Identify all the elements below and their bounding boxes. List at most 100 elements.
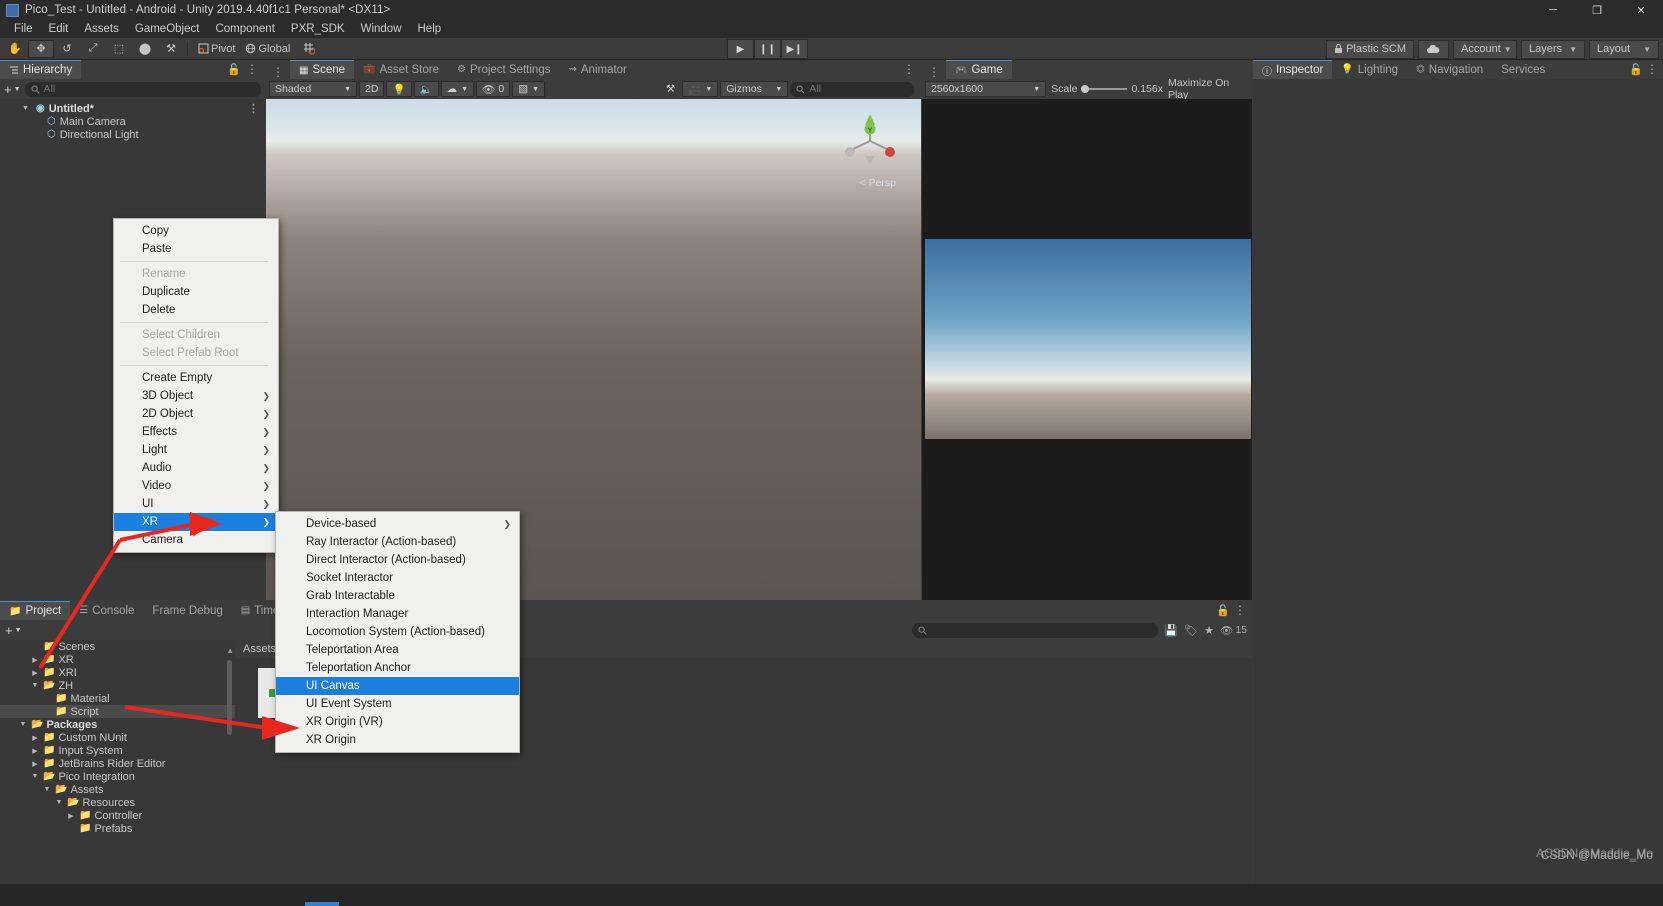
project-tree-row-input-system[interactable]: ▶ 📁 Input System	[0, 744, 235, 757]
move-tool-icon[interactable]: ✥	[28, 39, 54, 58]
tab-animator[interactable]: ⇝ Animator	[559, 60, 635, 79]
chevron-down-icon[interactable]: ▼	[54, 799, 64, 806]
context-menu-item-xr[interactable]: XR ❯	[114, 513, 278, 531]
create-gameobject-button[interactable]: + ▼	[4, 82, 21, 97]
play-button[interactable]: ▶	[727, 39, 754, 59]
context-menu-item-2d-object[interactable]: 2D Object ❯	[114, 405, 278, 423]
maximize-button[interactable]: ❐	[1575, 0, 1619, 20]
scene-visibility-toggle[interactable]: 👁 0	[476, 81, 511, 97]
project-tree-row-xr[interactable]: ▶ 📁 XR	[0, 653, 235, 666]
project-tree-row-resources[interactable]: ▼ 📂 Resources	[0, 796, 235, 809]
rotate-tool-icon[interactable]: ↺	[54, 39, 80, 58]
chevron-down-icon[interactable]: ▼	[22, 105, 32, 112]
menu-edit[interactable]: Edit	[41, 22, 77, 36]
tab-asset-store[interactable]: 💼 Asset Store	[354, 60, 448, 79]
minimize-button[interactable]: ─	[1531, 0, 1575, 20]
context-menu-item-effects[interactable]: Effects ❯	[114, 423, 278, 441]
xr-submenu-item-device-based[interactable]: Device-based ❯	[276, 515, 519, 533]
lock-icon[interactable]: 🔓	[1629, 63, 1643, 76]
scene-panel-menu-icon[interactable]: ⋮	[266, 65, 290, 79]
hierarchy-row-scene[interactable]: ▼ ◉ Untitled* ⋮	[0, 102, 265, 116]
chevron-right-icon[interactable]: ▶	[30, 747, 40, 755]
rect-tool-icon[interactable]: ⬚	[106, 39, 132, 58]
scene-search-input[interactable]: All	[790, 81, 915, 97]
xr-submenu-item-ray-interactor-action-based-[interactable]: Ray Interactor (Action-based)	[276, 533, 519, 551]
hierarchy-row-directional-light[interactable]: ⬡ Directional Light	[0, 128, 265, 141]
chevron-right-icon[interactable]: ▶	[66, 812, 76, 820]
chevron-down-icon[interactable]: ▼	[30, 773, 40, 780]
project-tree-row-scenes[interactable]: 📁 Scenes	[0, 640, 235, 653]
context-menu-item-3d-object[interactable]: 3D Object ❯	[114, 387, 278, 405]
project-tree-row-xri[interactable]: ▶ 📁 XRI	[0, 666, 235, 679]
hierarchy-search-input[interactable]: All	[24, 81, 261, 97]
tab-scene[interactable]: ▦ Scene	[290, 60, 355, 79]
xr-submenu-item-grab-interactable[interactable]: Grab Interactable	[276, 587, 519, 605]
context-menu-item-delete[interactable]: Delete	[114, 301, 278, 319]
context-menu-item-video[interactable]: Video ❯	[114, 477, 278, 495]
layout-dropdown[interactable]: Layout ▼	[1589, 39, 1659, 59]
menu-component[interactable]: Component	[207, 22, 282, 36]
tab-game[interactable]: 🎮 Game	[946, 60, 1012, 79]
game-viewport[interactable]	[922, 99, 1252, 600]
project-tree-row-custom-nunit[interactable]: ▶ 📁 Custom NUnit	[0, 731, 235, 744]
tab-console[interactable]: ☰ Console	[70, 601, 143, 620]
plastic-scm-button[interactable]: Plastic SCM	[1326, 39, 1414, 59]
project-tree-row-jetbrains-rider-editor[interactable]: ▶ 📁 JetBrains Rider Editor	[0, 757, 235, 770]
menu-help[interactable]: Help	[410, 22, 450, 36]
scale-slider-group[interactable]: Scale 0.156x	[1051, 83, 1163, 95]
context-menu-item-duplicate[interactable]: Duplicate	[114, 283, 278, 301]
xr-submenu-item-direct-interactor-action-based-[interactable]: Direct Interactor (Action-based)	[276, 551, 519, 569]
scale-tool-icon[interactable]: ⤢	[80, 39, 106, 58]
hierarchy-menu-icon[interactable]: ⋮	[246, 62, 258, 76]
scene-view-gizmo[interactable]: Y	[841, 112, 899, 170]
step-button[interactable]: ▶❙	[781, 39, 808, 59]
save-filter-icon[interactable]: 💾	[1164, 624, 1178, 637]
account-dropdown[interactable]: Account ▼	[1453, 39, 1517, 59]
tab-navigation[interactable]: ⏣ Navigation	[1407, 60, 1492, 79]
maximize-on-play-toggle[interactable]: Maximize On Play	[1168, 77, 1249, 101]
xr-submenu-item-socket-interactor[interactable]: Socket Interactor	[276, 569, 519, 587]
project-tree-row-pico-integration[interactable]: ▼ 📂 Pico Integration	[0, 770, 235, 783]
project-search-input[interactable]	[912, 622, 1159, 638]
pivot-toggle[interactable]: Pivot	[193, 39, 241, 58]
menu-pxr-sdk[interactable]: PXR_SDK	[283, 22, 353, 36]
tab-inspector[interactable]: ⓘ Inspector	[1253, 60, 1333, 79]
project-tree-row-zh[interactable]: ▼ 📂 ZH	[0, 679, 235, 692]
tab-hierarchy[interactable]: Hierarchy	[0, 60, 82, 79]
lock-icon[interactable]: 🔓	[227, 63, 241, 76]
global-toggle[interactable]: Global	[240, 39, 296, 58]
context-menu-item-ui[interactable]: UI ❯	[114, 495, 278, 513]
chevron-right-icon[interactable]: ▶	[30, 669, 40, 677]
scene-audio-toggle[interactable]: 🔈	[413, 81, 439, 97]
chevron-down-icon[interactable]: ▼	[42, 786, 52, 793]
chevron-right-icon[interactable]: ▶	[30, 734, 40, 742]
xr-submenu-item-interaction-manager[interactable]: Interaction Manager	[276, 605, 519, 623]
project-tree-row-controller[interactable]: ▶ 📁 Controller	[0, 809, 235, 822]
project-tree-row-packages[interactable]: ▼ 📂 Packages	[0, 718, 235, 731]
favorite-icon[interactable]: ★	[1204, 624, 1214, 637]
context-menu-item-copy[interactable]: Copy	[114, 222, 278, 240]
resolution-dropdown[interactable]: 2560x1600 ▼	[925, 81, 1047, 97]
tab-frame-debug[interactable]: Frame Debug	[143, 601, 231, 620]
xr-submenu-item-xr-origin[interactable]: XR Origin	[276, 731, 519, 749]
scene-fx-dropdown[interactable]: ☁ ▼	[440, 81, 475, 97]
close-button[interactable]: ✕	[1619, 0, 1663, 20]
hand-tool-icon[interactable]: ✋	[2, 39, 28, 58]
menu-gameobject[interactable]: GameObject	[127, 22, 208, 36]
context-menu-item-audio[interactable]: Audio ❯	[114, 459, 278, 477]
scene-grid-dropdown[interactable]: ▧ ▼	[512, 81, 546, 97]
chevron-down-icon[interactable]: ▼	[30, 682, 40, 689]
label-filter-icon[interactable]: 🏷	[1184, 624, 1198, 637]
scene-tools-icon[interactable]: ⚒	[661, 81, 680, 97]
tab-project-settings[interactable]: ⚙ Project Settings	[448, 60, 560, 79]
create-asset-button[interactable]: + ▼	[5, 623, 22, 638]
xr-submenu-item-ui-event-system[interactable]: UI Event System	[276, 695, 519, 713]
tab-services[interactable]: Services	[1492, 60, 1554, 79]
gizmos-dropdown[interactable]: Gizmos ▼	[720, 81, 789, 97]
xr-submenu-item-locomotion-system-action-based-[interactable]: Locomotion System (Action-based)	[276, 623, 519, 641]
scene-lighting-toggle[interactable]: 💡	[386, 81, 412, 97]
menu-window[interactable]: Window	[353, 22, 410, 36]
xr-submenu-item-teleportation-area[interactable]: Teleportation Area	[276, 641, 519, 659]
lock-icon[interactable]: 🔓	[1216, 604, 1230, 617]
scroll-up-arrow[interactable]: ▲	[226, 646, 234, 655]
